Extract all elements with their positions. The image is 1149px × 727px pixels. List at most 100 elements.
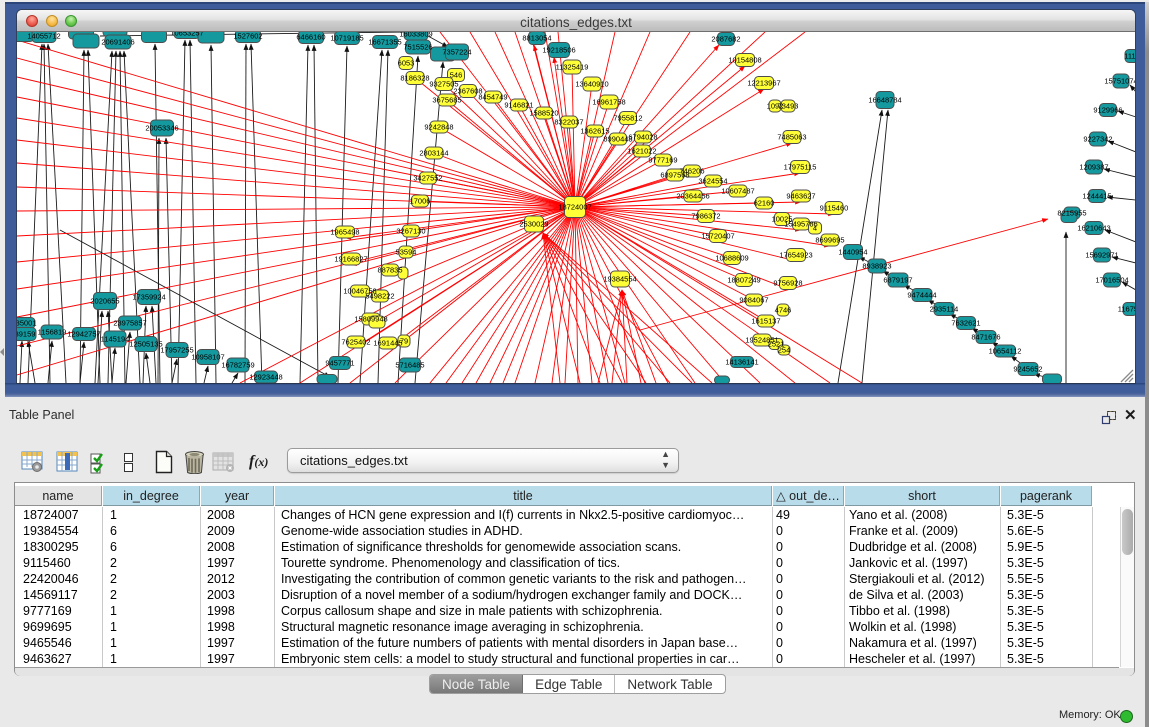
svg-text:1112: 1112	[1124, 52, 1135, 61]
svg-text:3427552: 3427552	[413, 174, 442, 183]
svg-text:20053346: 20053346	[145, 124, 178, 133]
svg-text:1209387: 1209387	[1079, 163, 1108, 172]
svg-text:10719185: 10719185	[330, 34, 363, 43]
svg-text:6879197: 6879197	[883, 276, 912, 285]
svg-text:1588520: 1588520	[529, 109, 558, 118]
svg-text:2803144: 2803144	[419, 149, 448, 158]
svg-text:8471676: 8471676	[971, 333, 1000, 342]
svg-text:18724007: 18724007	[558, 203, 591, 212]
svg-text:2087682: 2087682	[711, 35, 740, 44]
svg-text:3675685: 3675685	[432, 96, 461, 105]
svg-text:12942757: 12942757	[67, 330, 100, 339]
svg-text:16782759: 16782759	[221, 361, 254, 370]
svg-text:7515526: 7515526	[403, 43, 432, 52]
svg-text:5716485: 5716485	[395, 361, 424, 370]
svg-text:9777169: 9777169	[648, 156, 677, 165]
svg-text:19384554: 19384554	[603, 275, 636, 284]
svg-text:16961758: 16961758	[592, 98, 625, 107]
svg-text:1621022: 1621022	[627, 147, 656, 156]
svg-text:8186328: 8186328	[400, 74, 429, 83]
svg-text:9242848: 9242848	[424, 123, 453, 132]
svg-text:12923448: 12923448	[249, 373, 282, 382]
svg-text:10958107: 10958107	[191, 353, 224, 362]
svg-text:1691445: 1691445	[373, 339, 402, 348]
svg-text:1145194: 1145194	[101, 335, 130, 344]
svg-text:3267130: 3267130	[396, 227, 425, 236]
svg-text:1440954: 1440954	[838, 248, 867, 257]
svg-text:18807249: 18807249	[727, 276, 760, 285]
svg-text:10654112: 10654112	[989, 347, 1022, 356]
svg-text:546: 546	[450, 71, 463, 80]
svg-text:2020655: 2020655	[90, 297, 119, 306]
svg-text:9457771: 9457771	[325, 359, 354, 368]
svg-text:14055712: 14055712	[27, 32, 60, 41]
svg-text:10653257: 10653257	[170, 32, 203, 38]
svg-text:9129966: 9129966	[1093, 106, 1122, 115]
svg-text:8813054: 8813054	[522, 34, 551, 43]
svg-text:11325419: 11325419	[556, 63, 589, 72]
svg-text:16033809: 16033809	[399, 32, 432, 39]
svg-text:9227342: 9227342	[1083, 135, 1112, 144]
svg-text:15809948: 15809948	[354, 315, 387, 324]
svg-text:7955812: 7955812	[613, 114, 642, 123]
svg-text:13640910: 13640910	[575, 80, 608, 89]
svg-text:6466160: 6466160	[296, 33, 325, 42]
svg-text:8322037: 8322037	[554, 118, 583, 127]
svg-text:16671355: 16671355	[368, 38, 401, 47]
svg-text:39159: 39159	[17, 330, 35, 339]
svg-text:7485063: 7485063	[777, 133, 806, 142]
svg-text:254: 254	[778, 346, 791, 355]
svg-text:887835: 887835	[377, 266, 402, 275]
svg-text:10607487: 10607487	[721, 187, 754, 196]
svg-text:1156819: 1156819	[38, 328, 67, 337]
svg-text:2935114: 2935114	[930, 305, 959, 314]
svg-text:10688609: 10688609	[715, 254, 748, 263]
svg-text:17957255: 17957255	[160, 346, 193, 355]
svg-text:4: 4	[813, 224, 817, 233]
svg-text:6897568: 6897568	[660, 171, 689, 180]
svg-text:8938923: 8938923	[862, 262, 891, 271]
svg-text:116753: 116753	[1118, 305, 1135, 314]
svg-text:19166827: 19166827	[334, 255, 367, 264]
svg-text:17359924: 17359924	[132, 293, 165, 302]
svg-text:8699695: 8699695	[815, 236, 844, 245]
svg-text:9474444: 9474444	[907, 291, 936, 300]
svg-text:7632621: 7632621	[951, 319, 980, 328]
svg-text:6053: 6053	[398, 59, 415, 68]
svg-text:15720407: 15720407	[701, 232, 734, 241]
svg-text:10154808: 10154808	[728, 56, 761, 65]
svg-text:53594: 53594	[396, 248, 417, 257]
svg-text:20364456: 20364456	[676, 192, 709, 201]
svg-text:9084067: 9084067	[739, 296, 768, 305]
svg-text:835001: 835001	[17, 319, 37, 328]
svg-text:1527602: 1527602	[233, 32, 262, 41]
svg-text:17975115: 17975115	[784, 163, 817, 172]
svg-text:7357224: 7357224	[442, 48, 471, 57]
svg-text:15751074: 15751074	[1104, 77, 1135, 86]
svg-text:19218506: 19218506	[542, 46, 575, 55]
svg-text:79: 79	[400, 337, 408, 346]
svg-text:12505135: 12505135	[129, 340, 162, 349]
svg-text:9463627: 9463627	[786, 192, 815, 201]
svg-text:17654923: 17654923	[779, 251, 812, 260]
svg-text:23975857: 23975857	[113, 319, 146, 328]
svg-text:9756928: 9756928	[773, 279, 802, 288]
svg-text:17016504: 17016504	[1095, 276, 1128, 285]
svg-text:8215955: 8215955	[1057, 209, 1086, 218]
svg-text:73493: 73493	[778, 102, 799, 111]
svg-text:20691406: 20691406	[101, 38, 134, 47]
svg-text:8454749: 8454749	[478, 93, 507, 102]
svg-text:1615137: 1615137	[751, 317, 780, 326]
svg-text:9245652: 9245652	[1013, 365, 1042, 374]
svg-text:3624554: 3624554	[698, 177, 727, 186]
svg-text:17006: 17006	[410, 197, 431, 206]
svg-text:1965498: 1965498	[330, 228, 359, 237]
svg-text:2530029: 2530029	[519, 220, 548, 229]
svg-text:7625402: 7625402	[341, 338, 370, 347]
svg-text:15692971: 15692971	[1085, 251, 1118, 260]
svg-text:7986372: 7986372	[691, 212, 720, 221]
svg-text:16648784: 16648784	[868, 96, 901, 105]
svg-text:6794028: 6794028	[628, 133, 657, 142]
svg-text:14136141: 14136141	[725, 358, 758, 367]
svg-text:9115460: 9115460	[820, 204, 849, 213]
